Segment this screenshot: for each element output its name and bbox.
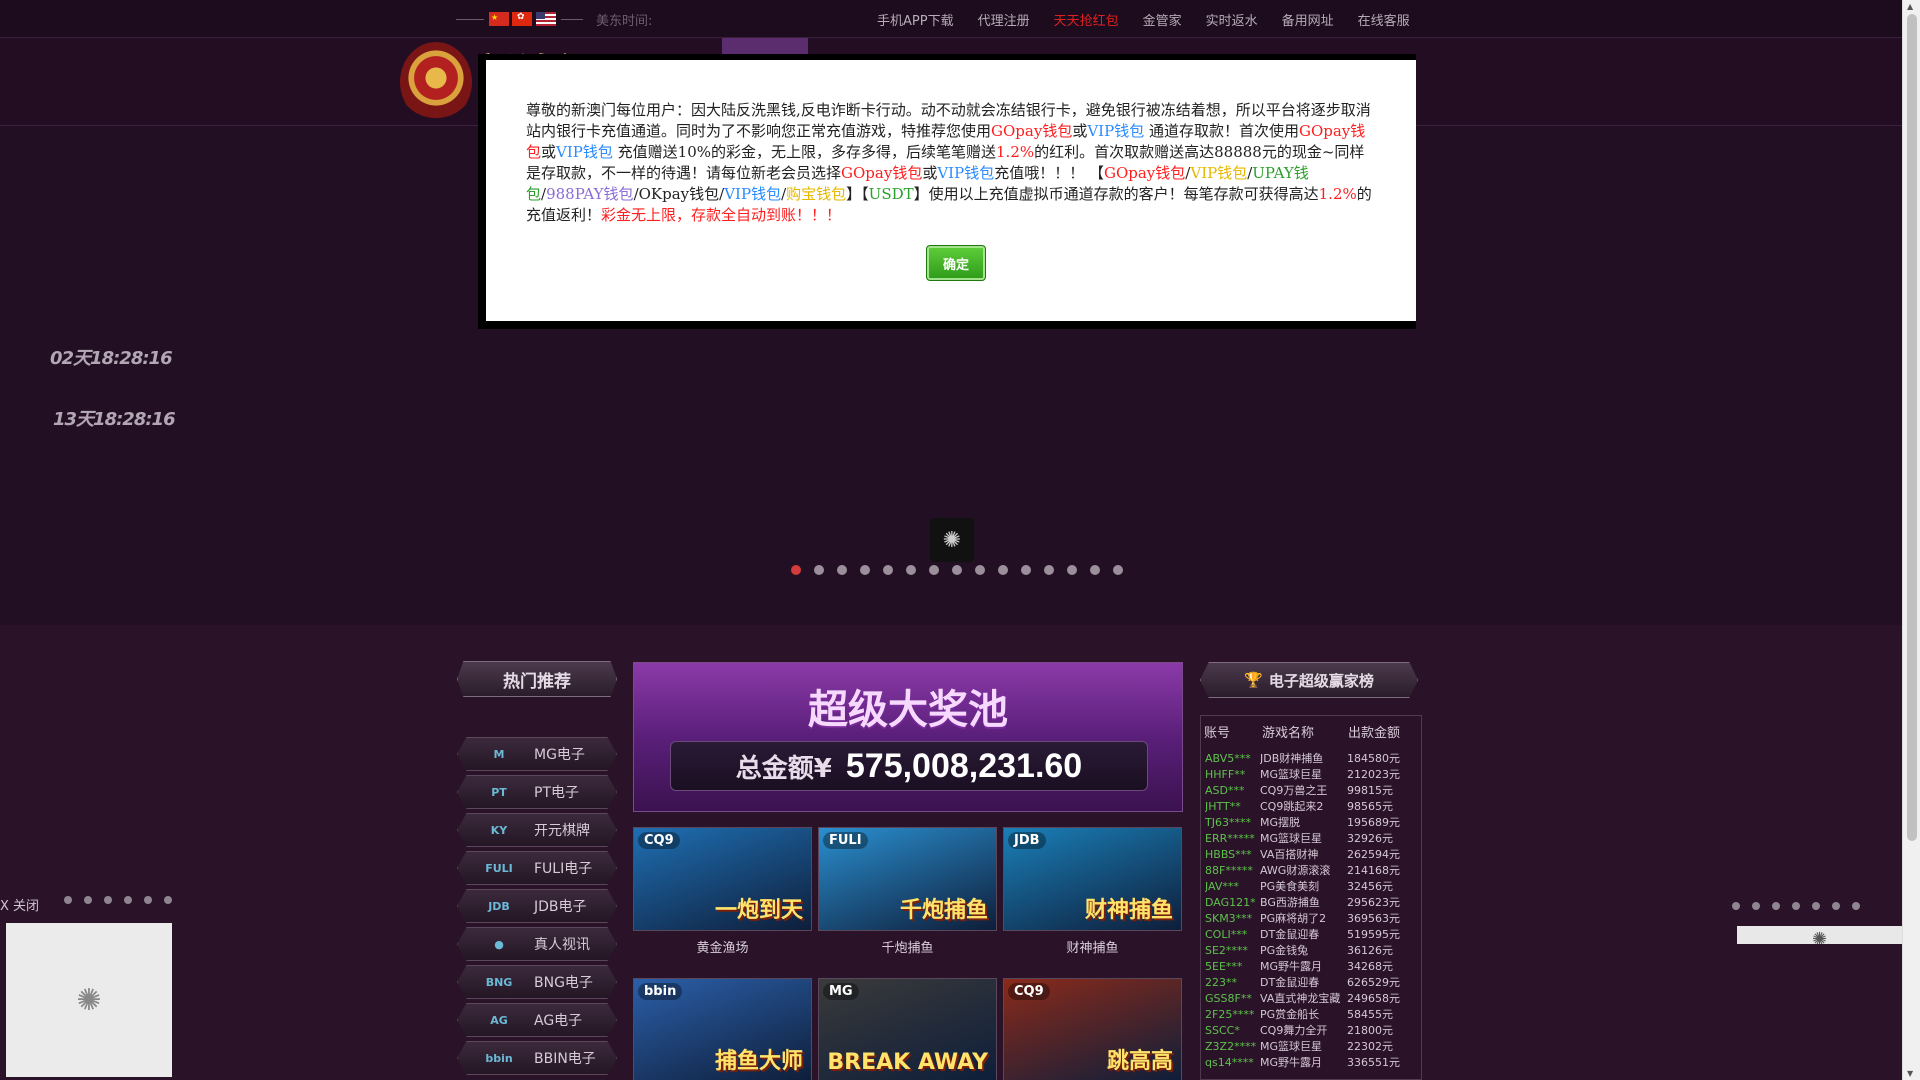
announcement-segment: 988PAY钱包 xyxy=(546,185,634,203)
scroll-up-icon[interactable]: ▲ xyxy=(1907,2,1913,11)
announcement-segment: VIP钱包 xyxy=(1190,164,1248,182)
announcement-text: 尊敬的新澳门每位用户：因大陆反洗黑钱,反电诈断卡行动。动不动就会冻结银行卡，避免… xyxy=(526,100,1376,226)
scrollbar-thumb[interactable] xyxy=(1907,14,1917,841)
announcement-segment: 充值赠送10%的彩金，无上限，多存多得，后续笔笔赠送 xyxy=(612,143,997,161)
announcement-segment: 或 xyxy=(922,164,938,182)
announcement-segment: VIP钱包 xyxy=(556,143,613,161)
announcement-segment: VIP钱包 xyxy=(937,164,995,182)
announcement-segment: VIP钱包 xyxy=(724,185,782,203)
announcement-segment: USDT xyxy=(868,185,914,203)
announcement-segment: OKpay钱包 xyxy=(638,185,720,203)
announcement-segment: GOpay钱包 xyxy=(841,164,923,182)
scroll-down-icon[interactable]: ▼ xyxy=(1907,1069,1913,1078)
announcement-segment: 1.2% xyxy=(996,143,1035,161)
announcement-segment: 购宝钱包 xyxy=(786,185,847,203)
announcement-segment: GOpay钱包 xyxy=(991,122,1073,140)
modal-overlay: 尊敬的新澳门每位用户：因大陆反洗黑钱,反电诈断卡行动。动不动就会冻结银行卡，避免… xyxy=(0,0,1902,1080)
announcement-segment: 或 xyxy=(541,143,557,161)
announcement-segment: VIP钱包 xyxy=(1087,122,1145,140)
confirm-button[interactable]: 确定 xyxy=(926,245,986,281)
announcement-segment: 通道存取款！首次使用 xyxy=(1144,122,1299,140)
scrollbar[interactable]: ▲ ▼ xyxy=(1902,0,1920,1080)
announcement-modal: 尊敬的新澳门每位用户：因大陆反洗黑钱,反电诈断卡行动。动不动就会冻结银行卡，避免… xyxy=(486,60,1416,321)
announcement-segment: 】【 xyxy=(846,185,869,203)
announcement-segment: 】使用以上充值虚拟币通道存款的客户！每笔存款可获得高达 xyxy=(913,185,1319,203)
announcement-segment: 充值哦！！！ 【 xyxy=(994,164,1104,182)
announcement-segment: 彩金无上限，存款全自动到账！！！ xyxy=(601,206,842,224)
announcement-segment: GOpay钱包 xyxy=(1103,164,1186,182)
announcement-segment: 1.2% xyxy=(1318,185,1357,203)
announcement-segment: 或 xyxy=(1072,122,1088,140)
